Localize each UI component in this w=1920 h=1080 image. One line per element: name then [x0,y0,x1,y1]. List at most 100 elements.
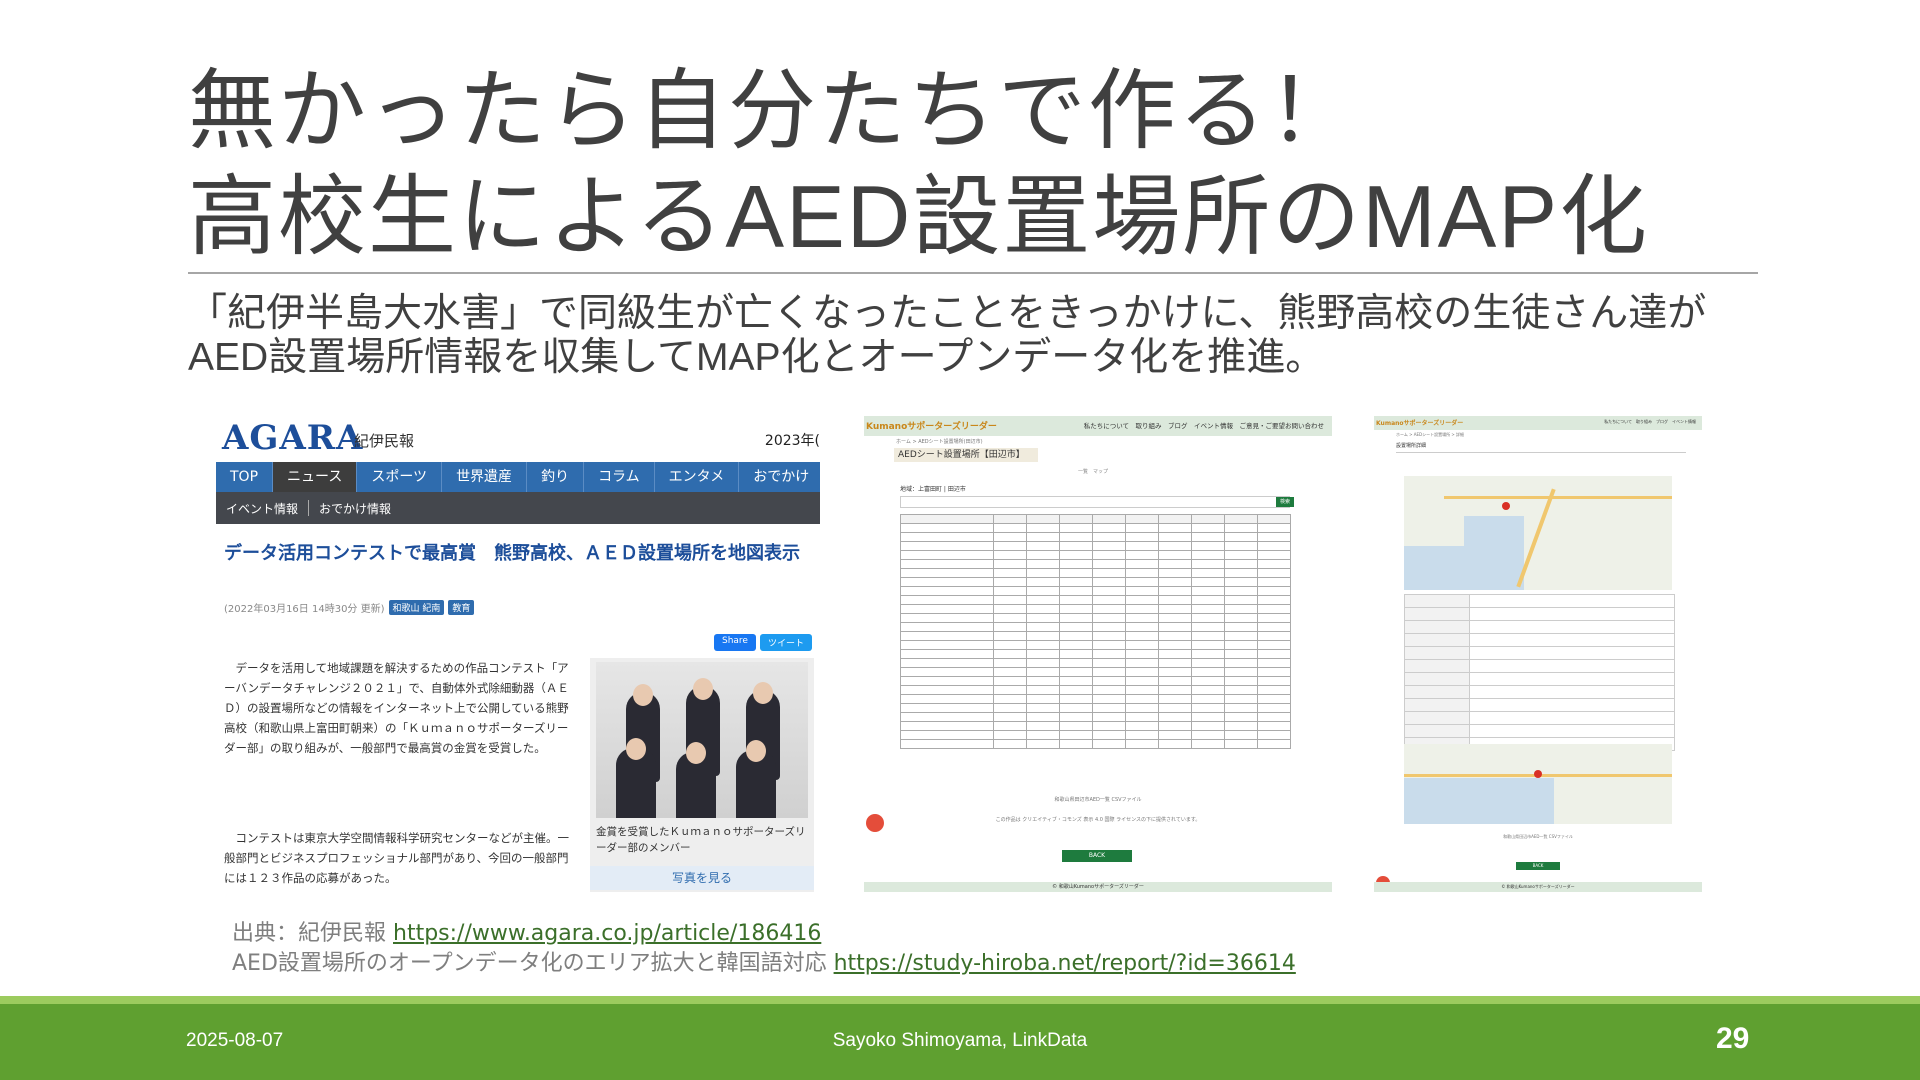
agara-nav-item[interactable]: 釣り [527,462,585,492]
table-cell [993,577,1027,587]
table-cell [1125,586,1159,596]
table-row [900,532,1291,542]
table-cell [1092,541,1126,551]
detail-back-button[interactable]: BACK [1516,862,1560,870]
source-1-link[interactable]: https://www.agara.co.jp/article/186416 [393,921,821,946]
source-2-link[interactable]: https://study-hiroba.net/report/?id=3661… [834,951,1296,976]
table-row [900,649,1291,659]
table-cell [1092,703,1126,713]
table-cell [1092,685,1126,695]
slide-footer: 2025-08-07 Sayoko Shimoyama, LinkData 29 [0,1004,1920,1080]
facebook-share-button[interactable]: Share [714,634,756,651]
agara-nav-item[interactable]: 世界遺産 [442,462,528,492]
detail-table [1404,594,1675,751]
agara-nav-item[interactable]: ニュース [273,462,358,492]
agara-nav-item[interactable]: エンタメ [655,462,740,492]
table-cell [1092,658,1126,668]
table-cell [1026,613,1060,623]
table-cell [1026,568,1060,578]
aed-view-tabs[interactable]: 一覧 マップ [1078,468,1108,475]
table-cell [1224,568,1258,578]
table-key-cell [1404,724,1470,738]
table-cell [1224,577,1258,587]
title-line-2-mid: 設置場所の [912,165,1363,268]
table-cell [993,559,1027,569]
table-row [900,721,1291,731]
detail-site-menu[interactable]: 私たちについて 取り組み ブログ イベント情報 [1604,419,1696,425]
table-cell [1059,523,1093,533]
aed-csv-note[interactable]: 和歌山県田辺市AED一覧 CSVファイル [864,796,1332,803]
aed-site-brand[interactable]: Kumanoサポーターズリーダー [866,419,997,432]
table-cell [1191,721,1225,731]
group-photo[interactable] [596,662,808,818]
table-cell [1158,595,1192,605]
map-marker-icon[interactable] [1534,770,1542,778]
aed-back-button[interactable]: BACK [1062,850,1132,862]
detail-map-small[interactable] [1404,744,1672,824]
table-value-cell [1469,633,1675,647]
title-aed: AED [725,167,913,266]
table-cell [1158,523,1192,533]
aed-site-menu[interactable]: 私たちについて 取り組み ブログ イベント情報 ご意見・ご要望お問い合わせ [1084,420,1324,430]
body-line-1: 「紀伊半島大水害」で同級生が亡くなったことをきっかけに、熊野高校の生徒さん達が [188,291,1707,336]
table-cell [1026,541,1060,551]
agara-nav-item[interactable]: TOP [216,462,274,492]
table-cell [1257,649,1291,659]
title-line-1: 無かったら自分たちで作る！ [188,59,1359,162]
twitter-share-button[interactable]: ツイート [759,634,812,651]
table-cell [993,586,1027,596]
table-cell [1158,721,1192,731]
tag-education[interactable]: 教育 [448,600,475,615]
table-key-cell [1404,672,1470,686]
table-cell [1059,649,1093,659]
scroll-top-icon[interactable] [866,814,884,832]
agara-logo: AGARA [222,418,364,458]
tag-region[interactable]: 和歌山 紀南 [388,600,445,615]
view-photo-link[interactable]: 写真を見る [590,866,814,890]
table-cell [1224,640,1258,650]
table-cell [1125,685,1159,695]
table-cell [1092,604,1126,614]
agara-nav-item[interactable]: スポーツ [357,462,443,492]
table-row [900,703,1291,713]
table-cell [1257,586,1291,596]
table-cell [1026,676,1060,686]
detail-site-brand[interactable]: Kumanoサポーターズリーダー [1376,418,1463,427]
body-line-2: AED設置場所情報を収集してMAP化とオープンデータ化を推進。 [188,336,1768,380]
agara-nav-item[interactable]: コラム [584,462,655,492]
article-byline: (2022年03月16日 14時30分 更新) 和歌山 紀南 教育 [224,600,475,615]
map-marker-icon[interactable] [1502,502,1510,510]
title-line-2: 高校生によるAED設置場所のMAP化 [188,164,1748,270]
table-cell [1257,559,1291,569]
table-cell [1092,667,1126,677]
table-cell [1059,730,1093,740]
table-cell [1026,559,1060,569]
detail-map[interactable] [1404,476,1672,590]
subnav-event[interactable]: イベント情報 [216,500,308,517]
aed-search-button[interactable]: 検索 [1276,497,1294,507]
table-cell [1059,685,1093,695]
table-cell [1158,559,1192,569]
table-cell [1059,667,1093,677]
table-cell [900,595,994,605]
table-row [900,613,1291,623]
subnav-outing[interactable]: おでかけ情報 [309,500,401,517]
table-cell [1257,694,1291,704]
detail-csv-note[interactable]: 和歌山県田辺市AED一覧 CSVファイル [1374,834,1702,840]
table-cell [1026,685,1060,695]
aed-search-input[interactable] [900,496,1290,508]
table-key-cell [1404,659,1470,673]
agara-nav-item[interactable]: おでかけ [739,462,820,492]
table-cell [1092,568,1126,578]
table-cell [1191,739,1225,749]
map-land [1404,516,1464,546]
title-line-2-suffix: 化 [1559,165,1650,268]
table-cell [1158,667,1192,677]
table-cell [900,577,994,587]
table-cell [1125,658,1159,668]
table-cell [1257,721,1291,731]
table-cell [1125,703,1159,713]
table-cell [1026,694,1060,704]
table-row [1404,711,1675,725]
share-buttons: Share ツイート [714,634,812,651]
